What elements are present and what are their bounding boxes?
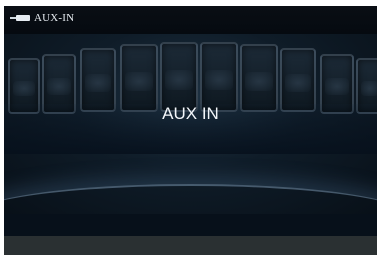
carousel-slot — [200, 42, 238, 112]
source-indicator[interactable]: AUX-IN — [10, 12, 74, 24]
source-title: AUX IN — [162, 104, 219, 123]
carousel-slot — [240, 44, 278, 112]
input-plug-icon — [10, 15, 30, 21]
header-bar: AUX-IN — [4, 6, 377, 34]
source-label: AUX-IN — [34, 12, 75, 24]
bottom-bar — [4, 236, 377, 255]
carousel-slot — [120, 44, 158, 112]
stage-floor — [4, 214, 377, 236]
carousel-slot — [80, 48, 116, 112]
media-screen: AUX-IN AUX IN — [4, 6, 377, 255]
album-carousel: AUX IN — [4, 34, 377, 214]
carousel-slot — [160, 42, 198, 112]
carousel-slot — [280, 48, 316, 112]
